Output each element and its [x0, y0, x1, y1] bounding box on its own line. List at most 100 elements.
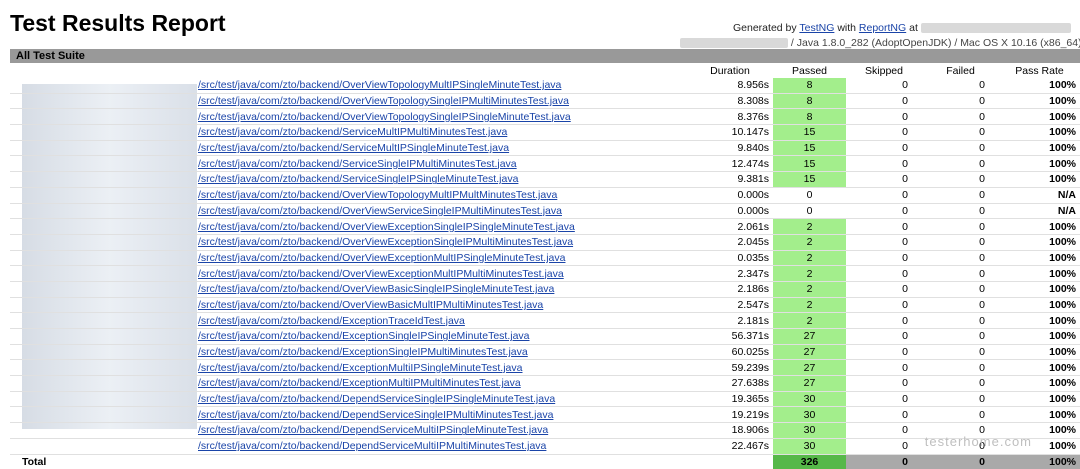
test-class-link[interactable]: /src/test/java/com/zto/backend/DependSer… — [198, 393, 555, 405]
table-row: /src/test/java/com/zto/backend/Exception… — [10, 344, 1080, 361]
passed-cell: 27 — [773, 375, 846, 392]
total-passed: 326 — [773, 454, 846, 469]
test-class-cell: /src/test/java/com/zto/backend/Exception… — [10, 312, 687, 329]
duration-cell: 9.840s — [687, 140, 773, 157]
duration-cell: 8.376s — [687, 108, 773, 126]
column-header-duration: Duration — [710, 65, 750, 77]
duration-cell: 9.381s — [687, 171, 773, 188]
duration-cell: 22.467s — [687, 438, 773, 455]
table-row: /src/test/java/com/zto/backend/ServiceSi… — [10, 155, 1080, 173]
table-row: /src/test/java/com/zto/backend/OverViewB… — [10, 297, 1080, 314]
failed-cell: 0 — [922, 187, 999, 204]
test-class-link[interactable]: /src/test/java/com/zto/backend/OverViewE… — [198, 252, 565, 264]
skipped-cell: 0 — [846, 78, 922, 94]
skipped-cell: 0 — [846, 155, 922, 173]
column-header-pass-rate: Pass Rate — [1015, 65, 1064, 77]
duration-cell: 0.000s — [687, 203, 773, 220]
test-class-link[interactable]: /src/test/java/com/zto/backend/OverViewT… — [198, 111, 571, 123]
failed-cell: 0 — [922, 171, 999, 188]
environment-info: / Java 1.8.0_282 (AdoptOpenJDK) / Mac OS… — [680, 37, 1080, 49]
skipped-cell: 0 — [846, 203, 922, 220]
test-class-link[interactable]: /src/test/java/com/zto/backend/OverViewT… — [198, 79, 561, 91]
failed-cell: 0 — [922, 406, 999, 424]
passed-cell: 8 — [773, 108, 846, 126]
test-class-link[interactable]: /src/test/java/com/zto/backend/Exception… — [198, 377, 521, 389]
total-failed: 0 — [922, 454, 999, 469]
duration-cell: 27.638s — [687, 375, 773, 392]
table-row: /src/test/java/com/zto/backend/OverViewE… — [10, 250, 1080, 267]
skipped-cell: 0 — [846, 171, 922, 188]
testng-link[interactable]: TestNG — [799, 22, 834, 34]
test-class-link[interactable]: /src/test/java/com/zto/backend/OverViewE… — [198, 268, 564, 280]
table-row: /src/test/java/com/zto/backend/ServiceMu… — [10, 140, 1080, 157]
test-class-link[interactable]: /src/test/java/com/zto/backend/Exception… — [198, 346, 528, 358]
test-class-link[interactable]: /src/test/java/com/zto/backend/OverViewE… — [198, 221, 575, 233]
total-skipped: 0 — [846, 454, 922, 469]
test-class-link[interactable]: /src/test/java/com/zto/backend/OverViewT… — [198, 189, 557, 201]
passed-cell: 15 — [773, 171, 846, 188]
test-class-cell: /src/test/java/com/zto/backend/OverViewE… — [10, 218, 687, 235]
test-class-cell: /src/test/java/com/zto/backend/ServiceMu… — [10, 140, 687, 157]
test-class-link[interactable]: /src/test/java/com/zto/backend/OverViewE… — [198, 236, 573, 248]
failed-cell: 0 — [922, 203, 999, 220]
pass-rate-cell: 100% — [999, 218, 1080, 235]
pass-rate-cell: 100% — [999, 171, 1080, 188]
passed-cell: 15 — [773, 124, 846, 141]
total-pass-rate: 100% — [999, 454, 1080, 469]
total-label: Total — [22, 455, 47, 468]
skipped-cell: 0 — [846, 250, 922, 267]
test-class-cell: /src/test/java/com/zto/backend/OverViewS… — [10, 203, 687, 220]
test-class-link[interactable]: /src/test/java/com/zto/backend/OverViewB… — [198, 299, 543, 311]
test-class-link[interactable]: /src/test/java/com/zto/backend/ServiceSi… — [198, 173, 518, 185]
pass-rate-cell: 100% — [999, 140, 1080, 157]
test-class-link[interactable]: /src/test/java/com/zto/backend/ServiceMu… — [198, 126, 507, 138]
redacted-timestamp — [920, 23, 1071, 34]
test-class-cell: /src/test/java/com/zto/backend/OverViewB… — [10, 281, 687, 298]
total-duration — [687, 454, 773, 469]
skipped-cell: 0 — [846, 281, 922, 298]
test-class-link[interactable]: /src/test/java/com/zto/backend/DependSer… — [198, 424, 548, 436]
duration-cell: 8.308s — [687, 93, 773, 110]
suite-name: All Test Suite — [16, 50, 85, 62]
table-row: /src/test/java/com/zto/backend/DependSer… — [10, 391, 1080, 408]
test-class-cell: /src/test/java/com/zto/backend/DependSer… — [10, 422, 687, 439]
table-row: /src/test/java/com/zto/backend/Exception… — [10, 328, 1080, 345]
skipped-cell: 0 — [846, 391, 922, 408]
column-header-skipped: Skipped — [865, 65, 903, 77]
generated-by-info: Generated by TestNG with ReportNG at — [733, 22, 1080, 34]
test-class-cell: /src/test/java/com/zto/backend/Exception… — [10, 344, 687, 361]
failed-cell: 0 — [922, 359, 999, 377]
skipped-cell: 0 — [846, 375, 922, 392]
passed-cell: 0 — [773, 187, 846, 204]
test-class-link[interactable]: /src/test/java/com/zto/backend/DependSer… — [198, 409, 553, 421]
skipped-cell: 0 — [846, 218, 922, 235]
pass-rate-cell: 100% — [999, 312, 1080, 329]
test-class-link[interactable]: /src/test/java/com/zto/backend/DependSer… — [198, 440, 546, 452]
test-class-link[interactable]: /src/test/java/com/zto/backend/OverViewT… — [198, 95, 569, 107]
at-text: at — [909, 22, 918, 34]
failed-cell: 0 — [922, 108, 999, 126]
duration-cell: 19.365s — [687, 391, 773, 408]
duration-cell: 0.035s — [687, 250, 773, 267]
duration-cell: 10.147s — [687, 124, 773, 141]
failed-cell: 0 — [922, 312, 999, 329]
test-class-link[interactable]: /src/test/java/com/zto/backend/ServiceMu… — [198, 142, 509, 154]
table-row: /src/test/java/com/zto/backend/DependSer… — [10, 406, 1080, 424]
test-class-link[interactable]: /src/test/java/com/zto/backend/Exception… — [198, 315, 465, 327]
test-class-link[interactable]: /src/test/java/com/zto/backend/ServiceSi… — [198, 158, 517, 170]
test-class-link[interactable]: /src/test/java/com/zto/backend/OverViewS… — [198, 205, 562, 217]
test-class-link[interactable]: /src/test/java/com/zto/backend/OverViewB… — [198, 283, 554, 295]
failed-cell: 0 — [922, 391, 999, 408]
duration-cell: 2.045s — [687, 234, 773, 251]
skipped-cell: 0 — [846, 140, 922, 157]
table-row: /src/test/java/com/zto/backend/OverViewT… — [10, 78, 1080, 94]
passed-cell: 2 — [773, 250, 846, 267]
test-class-link[interactable]: /src/test/java/com/zto/backend/Exception… — [198, 330, 530, 342]
passed-cell: 2 — [773, 265, 846, 282]
passed-cell: 8 — [773, 93, 846, 110]
failed-cell: 0 — [922, 124, 999, 141]
passed-cell: 30 — [773, 438, 846, 455]
test-class-link[interactable]: /src/test/java/com/zto/backend/Exception… — [198, 362, 523, 374]
skipped-cell: 0 — [846, 124, 922, 141]
reportng-link[interactable]: ReportNG — [859, 22, 906, 34]
